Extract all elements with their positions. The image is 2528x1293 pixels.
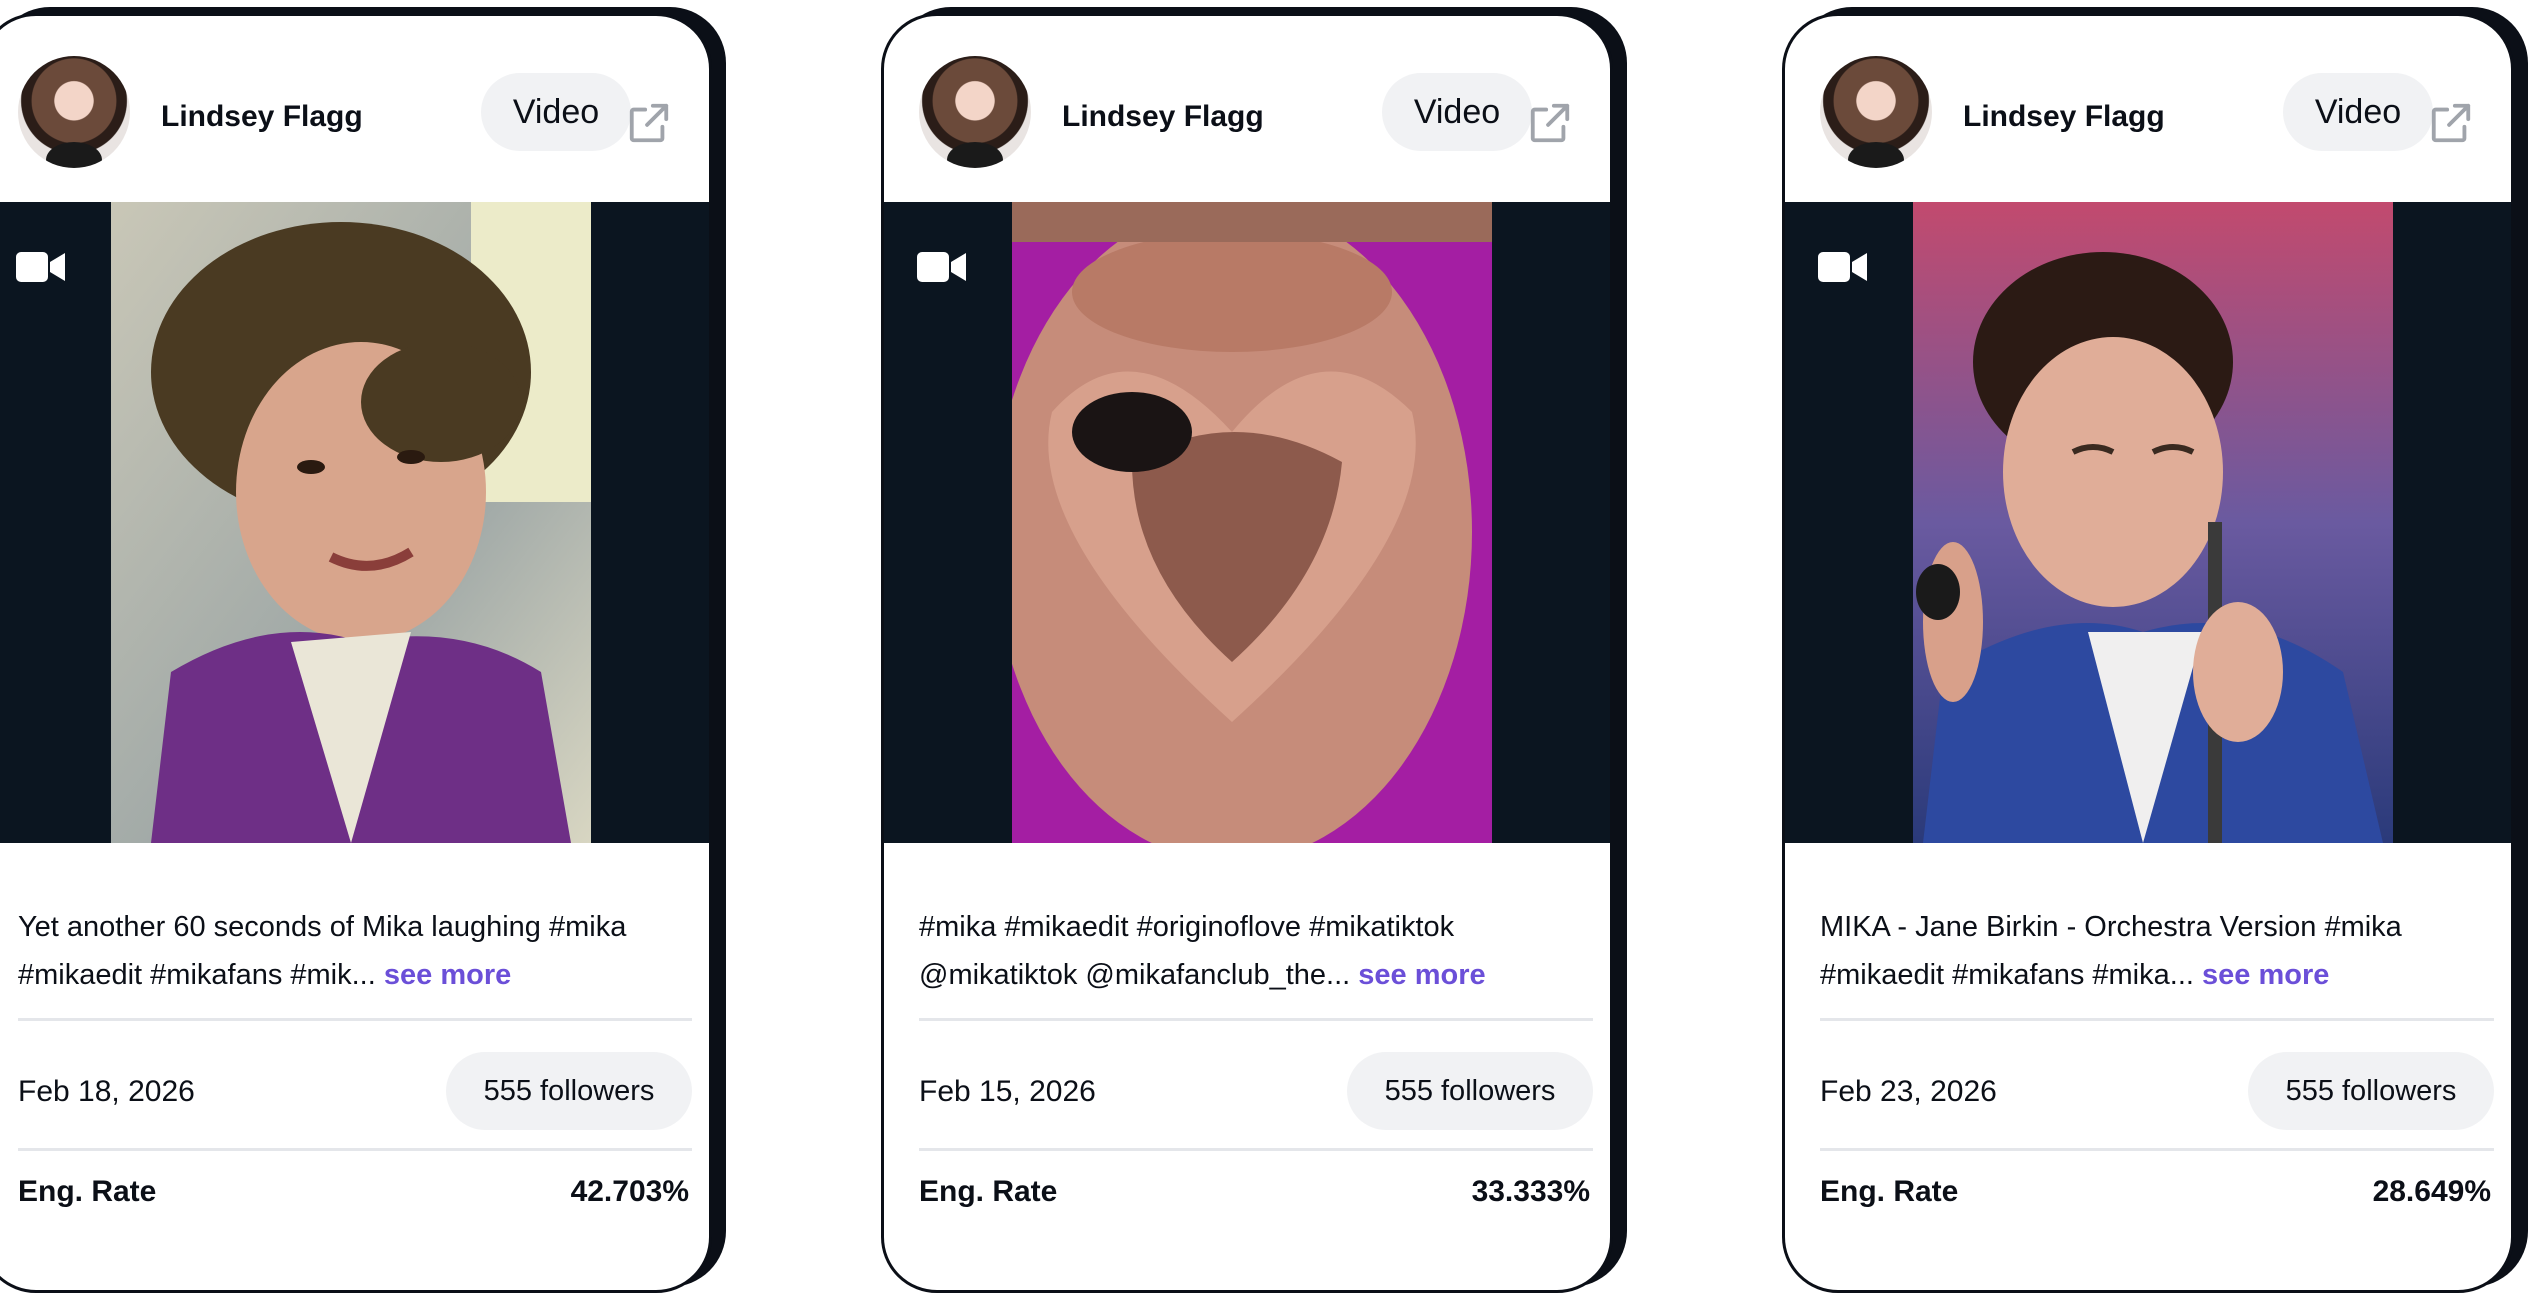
author-name[interactable]: Lindsey Flagg xyxy=(161,100,363,134)
caption-text: Yet another 60 seconds of Mika laughing … xyxy=(18,911,627,991)
post-date: Feb 23, 2026 xyxy=(1820,1075,1997,1108)
divider xyxy=(1820,1148,2494,1151)
divider xyxy=(919,1148,1593,1151)
see-more-link[interactable]: see more xyxy=(2202,959,2329,991)
followers-badge: 555 followers xyxy=(446,1052,692,1130)
video-media[interactable] xyxy=(0,202,709,843)
post-date: Feb 15, 2026 xyxy=(919,1075,1096,1108)
post-card[interactable]: Lindsey Flagg Video xyxy=(1782,13,2514,1293)
post-date: Feb 18, 2026 xyxy=(18,1075,195,1108)
eng-rate-value: 33.333% xyxy=(1471,1175,1590,1208)
see-more-link[interactable]: see more xyxy=(384,959,511,991)
see-more-link[interactable]: see more xyxy=(1358,959,1485,991)
video-media[interactable] xyxy=(884,202,1610,843)
external-link-icon[interactable] xyxy=(626,100,672,146)
post-card[interactable]: Lindsey Flagg Video xyxy=(0,13,712,1293)
eng-rate-label: Eng. Rate xyxy=(919,1175,1058,1208)
divider xyxy=(919,1018,1593,1021)
author-name[interactable]: Lindsey Flagg xyxy=(1062,100,1264,134)
video-media[interactable] xyxy=(1785,202,2511,843)
post-caption: MIKA - Jane Birkin - Orchestra Version #… xyxy=(1820,903,2500,999)
video-camera-icon xyxy=(1818,252,1867,282)
followers-badge: 555 followers xyxy=(1347,1052,1593,1130)
video-thumbnail[interactable] xyxy=(111,202,591,843)
video-camera-icon xyxy=(917,252,966,282)
video-thumbnail[interactable] xyxy=(1913,202,2393,843)
divider xyxy=(18,1018,692,1021)
followers-badge: 555 followers xyxy=(2248,1052,2494,1130)
divider xyxy=(1820,1018,2494,1021)
post-caption: #mika #mikaedit #originoflove #mikatikto… xyxy=(919,903,1599,999)
divider xyxy=(18,1148,692,1151)
eng-rate-value: 42.703% xyxy=(570,1175,689,1208)
author-name[interactable]: Lindsey Flagg xyxy=(1963,100,2165,134)
post-type-badge: Video xyxy=(481,73,631,151)
post-type-badge: Video xyxy=(2283,73,2433,151)
video-thumbnail[interactable] xyxy=(1012,202,1492,843)
author-avatar[interactable] xyxy=(919,56,1031,168)
post-caption: Yet another 60 seconds of Mika laughing … xyxy=(18,903,698,999)
eng-rate-label: Eng. Rate xyxy=(1820,1175,1959,1208)
eng-rate-value: 28.649% xyxy=(2372,1175,2491,1208)
post-card[interactable]: Lindsey Flagg Video #mika #mikaedit #ori… xyxy=(881,13,1613,1293)
author-avatar[interactable] xyxy=(1820,56,1932,168)
external-link-icon[interactable] xyxy=(2428,100,2474,146)
post-type-badge: Video xyxy=(1382,73,1532,151)
video-camera-icon xyxy=(16,252,65,282)
author-avatar[interactable] xyxy=(18,56,130,168)
external-link-icon[interactable] xyxy=(1527,100,1573,146)
eng-rate-label: Eng. Rate xyxy=(18,1175,157,1208)
